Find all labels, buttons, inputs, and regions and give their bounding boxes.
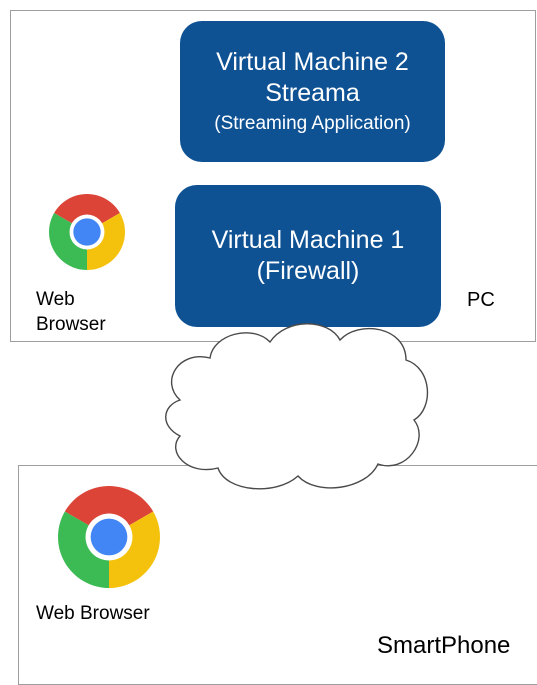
vm1-title: Virtual Machine 1 [211,226,405,254]
vm2-app-description: (Streaming Application) [214,113,411,135]
vm2-app-name: Streama [265,78,360,107]
vm1-role: (Firewall) [256,256,360,285]
virtual-machine-1-box: Virtual Machine 1 (Firewall) [175,185,441,327]
vm2-title: Virtual Machine 2 [216,48,409,77]
pc-web-browser-label: Web Browser [36,289,106,335]
cloud-network-icon [165,323,429,490]
chrome-browser-icon [58,486,160,588]
smartphone-web-browser-label: Web Browser [36,603,150,624]
chrome-browser-icon [49,194,125,270]
smartphone-label: SmartPhone [377,632,511,659]
pc-label: PC [467,289,495,311]
virtual-machine-2-box: Virtual Machine 2 Streama (Streaming App… [180,21,445,162]
